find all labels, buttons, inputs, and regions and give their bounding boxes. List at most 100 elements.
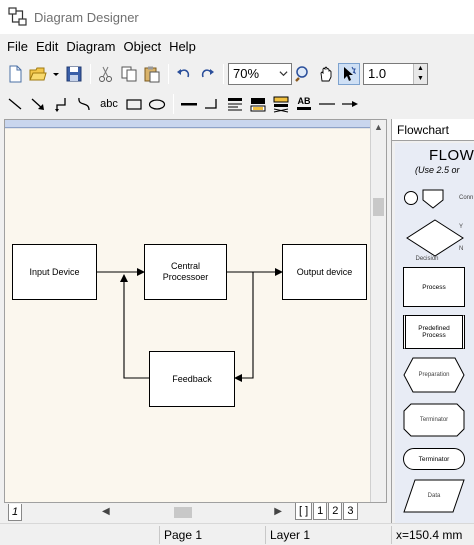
corner-line-icon	[205, 99, 217, 109]
palette-preparation-label: Preparation	[418, 372, 450, 378]
layer-tab-all[interactable]: [ ]	[295, 503, 313, 520]
arrow-line-tool-button[interactable]	[27, 93, 49, 115]
ellipse-tool-button[interactable]	[146, 93, 168, 115]
diagram-page[interactable]: Input Device Central Processoer Output d…	[5, 129, 371, 502]
central-processor-box[interactable]: Central Processoer	[144, 244, 227, 300]
menu-object[interactable]: Object	[119, 37, 165, 56]
diagram-canvas[interactable]: Input Device Central Processoer Output d…	[4, 119, 387, 503]
zoom-button[interactable]	[292, 63, 314, 85]
palette-decision[interactable]	[405, 218, 465, 258]
palette-terminator-rounded-label: Terminator	[418, 455, 450, 463]
ellipse-icon	[148, 99, 166, 110]
text-tool-button[interactable]: abc	[96, 93, 122, 115]
palette-terminator-label: Terminator	[419, 417, 449, 423]
input-device-box[interactable]: Input Device	[12, 244, 97, 300]
output-device-box[interactable]: Output device	[282, 244, 367, 300]
line-width-value: 1.0	[368, 66, 387, 81]
stepper-arrows[interactable]: ▲ ▼	[413, 63, 427, 84]
stepper-down-icon[interactable]: ▼	[414, 73, 427, 84]
line-width-stepper[interactable]: 1.0 ▲ ▼	[363, 62, 428, 85]
redo-icon	[201, 68, 214, 77]
save-disk-icon	[66, 66, 82, 81]
redo-button[interactable]	[196, 63, 218, 85]
curve-tool-button[interactable]	[73, 93, 95, 115]
palette-terminator-rounded[interactable]: Terminator	[403, 448, 465, 470]
toolbar-separator	[173, 94, 174, 114]
elbow-connector-button[interactable]	[50, 93, 72, 115]
rectangle-tool-button[interactable]	[123, 93, 145, 115]
layer-tabs: [ ] 1 2 3	[295, 503, 359, 520]
layer-tab-3[interactable]: 3	[343, 503, 358, 520]
zoom-select[interactable]: 70%	[228, 62, 292, 85]
offpage-connector-icon	[422, 189, 444, 209]
palette-side-label: N	[459, 246, 464, 252]
main-toolbar: 70% 1.0 ▲ ▼	[0, 59, 474, 88]
scroll-left-icon[interactable]: ◀	[102, 506, 110, 517]
title-bar: Diagram Designer	[0, 0, 474, 34]
palette-process[interactable]: Process	[403, 267, 465, 307]
central-processor-label: Central Processoer	[162, 261, 209, 282]
feedback-box[interactable]: Feedback	[149, 351, 235, 407]
layer-tab-2[interactable]: 2	[328, 503, 343, 520]
menu-file[interactable]: File	[3, 37, 32, 56]
paste-icon	[144, 66, 160, 82]
new-button[interactable]	[4, 63, 26, 85]
palette-predefined-process[interactable]: Predefined Process	[403, 315, 465, 349]
select-arrow-icon	[344, 66, 357, 81]
line-icon	[8, 98, 22, 110]
undo-icon	[177, 68, 190, 77]
save-button[interactable]	[63, 63, 85, 85]
open-recent-dropdown[interactable]	[50, 63, 62, 85]
palette-side-label: Conn	[459, 195, 474, 201]
scroll-up-icon[interactable]: ▲	[374, 122, 383, 132]
align-text-icon	[228, 98, 242, 111]
undo-button[interactable]	[173, 63, 195, 85]
menu-diagram[interactable]: Diagram	[62, 37, 119, 56]
status-page: Page 1	[160, 525, 266, 544]
new-file-icon	[9, 65, 22, 82]
copy-button[interactable]	[118, 63, 140, 85]
scroll-right-icon[interactable]: ▶	[274, 506, 282, 517]
open-button[interactable]	[27, 63, 49, 85]
canvas-vertical-scrollbar[interactable]: ▲	[370, 120, 386, 502]
canvas-horizontal-scrollbar[interactable]: ◀ ▶	[100, 505, 284, 520]
elbow-connector-icon	[55, 98, 66, 112]
status-bar: Page 1 Layer 1 x=150.4 mm	[0, 523, 474, 545]
page-tab-1[interactable]: 1	[8, 504, 23, 521]
palette-connector-shapes[interactable]	[403, 187, 449, 209]
arrow-right-icon	[342, 101, 358, 107]
stepper-up-icon[interactable]: ▲	[414, 63, 427, 74]
scroll-thumb[interactable]	[373, 198, 384, 216]
pan-button[interactable]	[315, 63, 337, 85]
paste-button[interactable]	[141, 63, 163, 85]
cut-button[interactable]	[95, 63, 117, 85]
line-color-button[interactable]	[270, 93, 292, 115]
palette-process-label: Process	[422, 283, 446, 291]
arrow-end-button[interactable]	[339, 93, 361, 115]
font-underline-icon	[297, 106, 311, 110]
input-device-label: Input Device	[29, 266, 80, 277]
font-style-button[interactable]: AB	[293, 93, 315, 115]
thin-line-button[interactable]	[316, 93, 338, 115]
palette-subtitle: (Use 2.5 or	[415, 165, 460, 175]
curve-icon	[78, 97, 90, 111]
line-tool-button[interactable]	[4, 93, 26, 115]
menu-edit[interactable]: Edit	[32, 37, 62, 56]
magnifier-icon	[295, 65, 308, 82]
connector-circle-icon	[404, 191, 418, 205]
line-color-icon	[273, 96, 289, 113]
menu-help[interactable]: Help	[165, 37, 200, 56]
align-left-button[interactable]	[224, 93, 246, 115]
corner-style-button[interactable]	[201, 93, 223, 115]
layer-tab-1[interactable]: 1	[313, 503, 328, 520]
rectangle-icon	[126, 99, 142, 110]
scroll-thumb[interactable]	[174, 507, 192, 518]
shape-palette-panel: Flowchart FLOWC (Use 2.5 or Conn Decisio…	[391, 119, 474, 523]
connector-lines	[97, 268, 283, 382]
select-button[interactable]	[338, 62, 360, 85]
palette-tab-flowchart[interactable]: Flowchart	[392, 119, 474, 141]
line-style-button[interactable]	[178, 93, 200, 115]
fill-color-button[interactable]	[247, 93, 269, 115]
status-layer: Layer 1	[266, 525, 392, 544]
toolbar-separator	[168, 63, 169, 84]
